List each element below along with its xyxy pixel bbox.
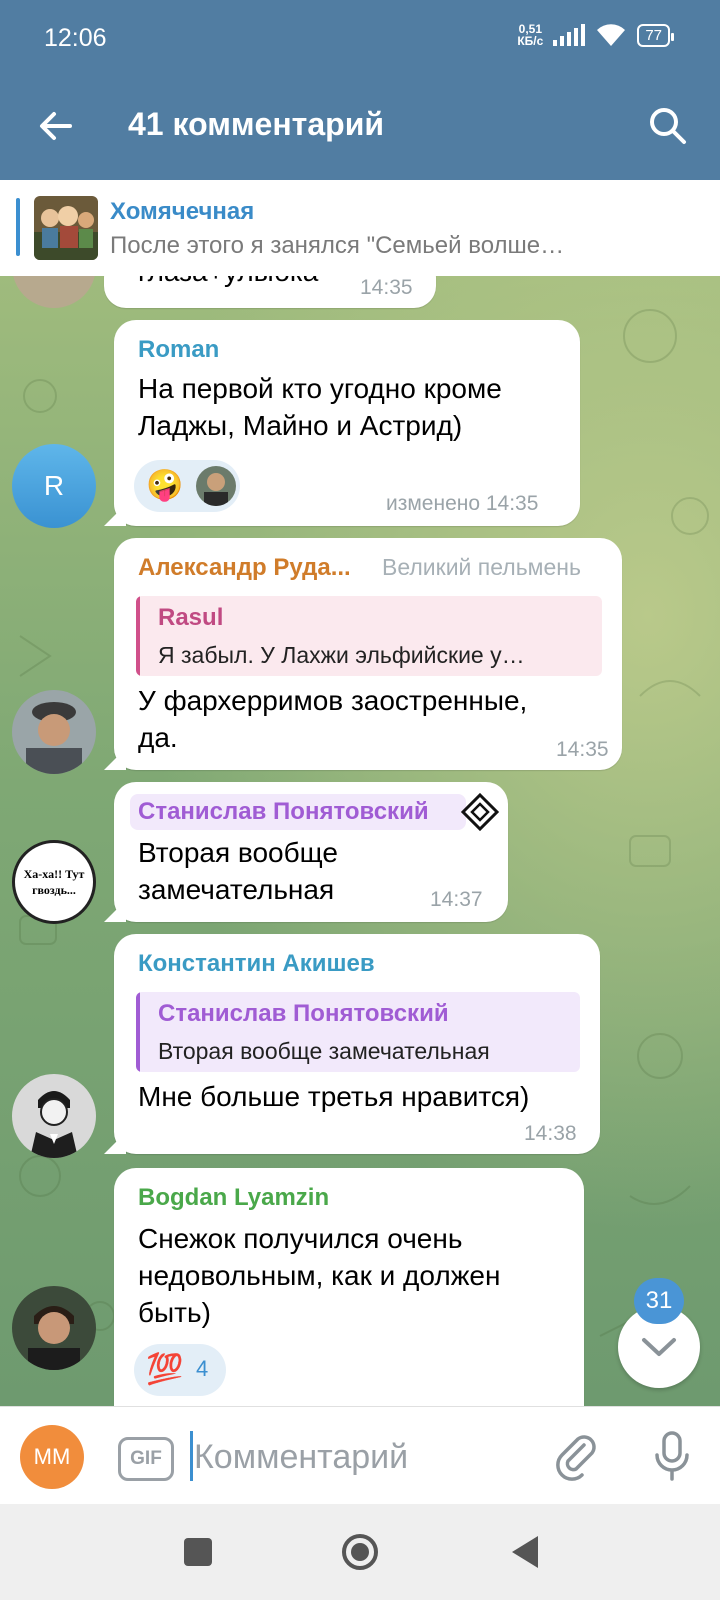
avatar-letter: R (43, 470, 65, 501)
sender-name[interactable]: Станислав Понятовский (138, 798, 429, 826)
message-text: Снежок получился очень (138, 1223, 463, 1254)
message-text: недовольным, как и должен (138, 1260, 501, 1291)
battery-indicator: 77 (637, 23, 674, 47)
pinned-text: После этого я занялся "Семьей волше… (110, 232, 565, 259)
wifi-icon (597, 24, 626, 46)
pinned-post[interactable]: Хомячечная После этого я занялся "Семьей… (0, 180, 720, 276)
sender-name[interactable]: Константин Акишев (138, 950, 375, 978)
unread-count-badge: 31 (634, 1278, 684, 1324)
message-time: 14:35 (556, 738, 609, 761)
message-time: 14:37 (430, 888, 483, 911)
message-text: Вторая вообще (138, 837, 338, 868)
reply-bar (136, 596, 140, 676)
message-time: изменено 14:35 (386, 492, 539, 515)
message-text: быть) (138, 1297, 211, 1328)
status-bar: 12:06 0,51 КБ/с 77 (0, 0, 720, 80)
reaction-emoji: 🤪 (146, 469, 184, 502)
message-text: Ладжы, Майно и Астрид) (138, 410, 463, 441)
avatar-caption: Ха-ха!! Тут (23, 867, 85, 881)
sender-name[interactable]: Bogdan Lyamzin (138, 1184, 329, 1212)
avatar[interactable] (12, 1074, 96, 1158)
message-text: На первой кто угодно кроме (138, 373, 502, 404)
app-bar: 41 комментарий (0, 80, 720, 180)
page-title: 41 комментарий (128, 106, 385, 142)
message-text: да. (138, 722, 178, 753)
chat-area[interactable]: глаза+улыбка 14:35 R Roman На первой кто… (0, 276, 720, 1406)
avatar[interactable] (12, 1286, 96, 1370)
reactor-avatar (196, 466, 236, 506)
recent-apps-icon[interactable] (184, 1538, 212, 1566)
message-bubble[interactable]: глаза+улыбка 14:35 (104, 276, 436, 308)
reply-author: Rasul (158, 604, 224, 631)
message-bubble[interactable]: Константин Акишев Станислав Понятовский … (104, 934, 600, 1154)
microphone-icon[interactable] (652, 1429, 692, 1483)
admin-title: Великий пельмень (382, 554, 581, 580)
reaction-count: 4 (196, 1356, 209, 1381)
comment-input-bar: MM GIF (0, 1406, 720, 1505)
reply-author: Станислав Понятовский (158, 1000, 449, 1027)
reply-preview[interactable]: Станислав Понятовский Вторая вообще заме… (136, 992, 580, 1072)
sender-name[interactable]: Roman (138, 336, 219, 364)
arrow-left-icon[interactable] (36, 106, 76, 146)
reaction-emoji: 💯 (146, 1353, 184, 1386)
message-bubble[interactable]: Roman На первой кто угодно кроме Ладжы, … (104, 320, 580, 526)
message-time: 14:35 (360, 276, 413, 299)
diamond-badge-icon (460, 792, 500, 832)
reaction-chip[interactable]: 🤪 (134, 460, 240, 512)
avatar[interactable]: R (12, 444, 96, 528)
paperclip-icon[interactable] (552, 1431, 602, 1481)
reply-text: Вторая вообще замечательная (158, 1038, 490, 1064)
search-icon[interactable] (646, 104, 690, 148)
system-nav-bar (0, 1504, 720, 1600)
pinned-title: Хомячечная (110, 198, 255, 225)
message-text: замечательная (138, 874, 335, 905)
reply-preview[interactable]: Rasul Я забыл. У Лахжи эльфийские у… (136, 596, 602, 676)
signal-icon (553, 24, 586, 46)
reaction-chip[interactable]: 💯 4 (134, 1344, 226, 1396)
home-icon[interactable] (340, 1532, 380, 1572)
reply-bar (136, 992, 140, 1072)
avatar-caption: гвоздь... (32, 883, 76, 897)
avatar[interactable]: Ха-ха!! Тут гвоздь... (12, 840, 96, 924)
message-bubble[interactable]: Станислав Понятовский Вторая вообще заме… (104, 782, 508, 922)
pinned-thumbnail (34, 196, 98, 260)
message-text: Мне больше третья нравится) (138, 1081, 530, 1112)
sender-name[interactable]: Александр Руда... (138, 554, 351, 582)
message-text: глаза+улыбка (138, 276, 318, 290)
comment-input[interactable] (192, 1431, 526, 1483)
network-speed: 0,51 КБ/с (517, 22, 544, 48)
gif-button[interactable]: GIF (118, 1437, 174, 1481)
sender-avatar-button[interactable]: MM (20, 1425, 84, 1489)
message-text: У фархерримов заостренные, (138, 685, 528, 716)
status-icons: 0,51 КБ/с 77 (517, 22, 674, 48)
status-time: 12:06 (44, 24, 107, 52)
pinned-indicator (16, 198, 20, 256)
reply-text: Я забыл. У Лахжи эльфийские у… (158, 642, 525, 668)
back-triangle-icon[interactable] (508, 1534, 542, 1570)
message-bubble[interactable]: Александр Руда... Великий пельмень Rasul… (104, 538, 622, 770)
message-time: 14:38 (524, 1122, 577, 1145)
message-bubble[interactable]: Bogdan Lyamzin Снежок получился очень не… (114, 1168, 584, 1406)
avatar[interactable] (12, 690, 96, 774)
